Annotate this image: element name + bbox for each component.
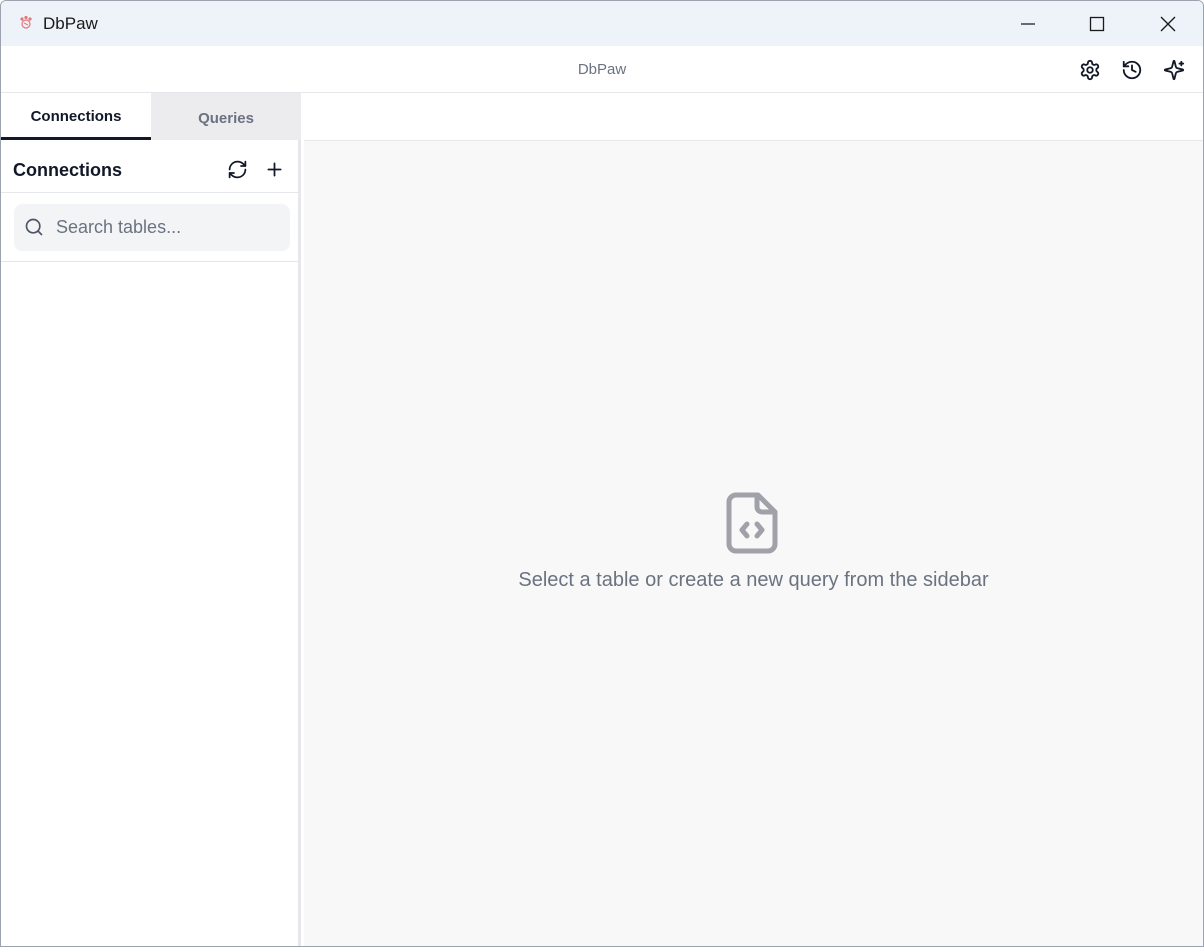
app-window: DbPaw DbPaw Connections Queries Connecti… [0, 0, 1204, 947]
search-box[interactable] [14, 204, 290, 251]
plus-icon [267, 162, 281, 176]
window-title: DbPaw [43, 14, 98, 33]
sparkles-icon [1163, 59, 1185, 81]
maximize-button[interactable] [1062, 1, 1132, 46]
editor-tab-bar [304, 93, 1203, 141]
search-icon [25, 218, 43, 236]
connections-title: Connections [13, 160, 123, 180]
add-connection-button[interactable] [262, 157, 286, 181]
settings-icon [1080, 59, 1100, 81]
minimize-icon [1021, 22, 1035, 25]
sidebar-tabs: Connections Queries [1, 93, 301, 140]
close-icon [1160, 16, 1176, 31]
refresh-connections-button[interactable] [225, 157, 249, 181]
sidebar: Connections Queries Connections [1, 93, 301, 946]
connections-header: Connections [1, 140, 298, 193]
search-area [1, 193, 298, 262]
search-tables-input[interactable] [56, 204, 282, 251]
ai-assistant-button[interactable] [1160, 56, 1188, 84]
tab-queries[interactable]: Queries [151, 93, 301, 140]
app-logo-icon [20, 15, 32, 29]
settings-button[interactable] [1076, 56, 1104, 84]
history-icon [1122, 60, 1142, 80]
maximize-icon [1089, 16, 1105, 31]
main-area: Select a table or create a new query fro… [304, 93, 1203, 946]
empty-state-message: Select a table or create a new query fro… [518, 569, 989, 591]
refresh-icon [228, 160, 246, 178]
app-header: DbPaw [1, 46, 1203, 93]
file-code-icon [726, 492, 778, 554]
close-button[interactable] [1133, 1, 1203, 46]
title-bar[interactable]: DbPaw [1, 1, 1203, 46]
app-header-title: DbPaw [577, 61, 627, 78]
history-button[interactable] [1118, 56, 1146, 84]
minimize-button[interactable] [993, 1, 1063, 46]
tab-connections[interactable]: Connections [1, 93, 151, 140]
